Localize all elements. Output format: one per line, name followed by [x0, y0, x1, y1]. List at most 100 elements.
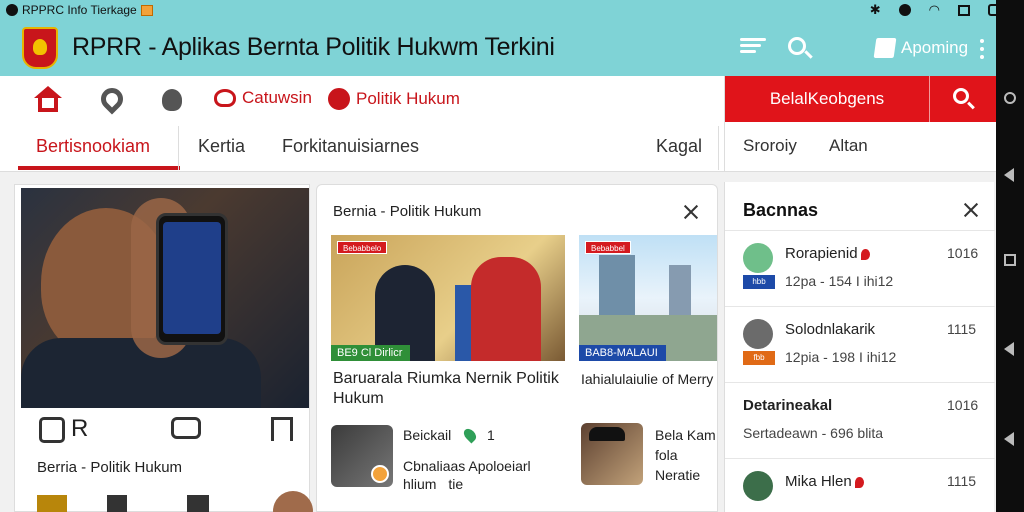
drop-icon[interactable] [158, 86, 186, 114]
tab-bar: Bertisnookiam Kertia Forkitanuisiarnes K… [18, 126, 719, 172]
chip-politik-hukum[interactable]: Politik Hukum [328, 88, 460, 110]
news-badge: Bebabbel [585, 241, 631, 254]
divider [178, 126, 179, 170]
item-name: Mika Hlen [785, 473, 864, 490]
system-nav-rail [996, 0, 1024, 512]
circle-icon [328, 88, 350, 110]
bookmark-icon [873, 38, 897, 58]
tab-right-1[interactable]: Sroroiy [743, 136, 797, 156]
chip-category-label: Catuwsin [242, 88, 312, 107]
tab-1[interactable]: Bertisnookiam [36, 136, 150, 157]
app-bar: RPRR - Aplikas Bernta Politik Hukwm Terk… [0, 21, 996, 76]
back-icon[interactable] [1004, 168, 1014, 182]
card-letter: R [71, 415, 89, 442]
back-icon[interactable] [1004, 342, 1014, 356]
item-name: Rorapienid [785, 245, 870, 262]
chat-icon[interactable] [171, 417, 201, 439]
mini-thumb[interactable] [331, 425, 393, 487]
share-icon[interactable] [107, 495, 127, 512]
tab-4[interactable]: Kagal [656, 136, 702, 157]
card-footer [37, 491, 313, 512]
bluetooth-icon: ✱ [869, 2, 881, 17]
wifi-icon: ◠ [928, 2, 940, 17]
item-meta: 12pa - 154 I ihi12 [785, 273, 894, 289]
panel-title: Bernia - Politik Hukum [333, 203, 482, 220]
chip-politik-hukum-label: Politik Hukum [356, 89, 460, 108]
mini-thumb[interactable] [581, 423, 643, 485]
status-bar: RPPRC Info Tierkage ✱ ◠ == [0, 0, 1024, 21]
nav-right-panel: BelalKeobgens Sroroiy Altan [724, 76, 997, 172]
mini-count: 1 [487, 427, 495, 443]
list-item[interactable]: Rorapienid 1016 hbb 12pa - 154 I ihi12 [725, 230, 995, 306]
item-number: 1016 [947, 397, 979, 413]
content-area: R Berria - Politik Hukum Bernia - Politi… [0, 172, 996, 512]
avatar [743, 471, 773, 501]
item-number: 1115 [947, 321, 977, 337]
home-circle-icon[interactable] [1004, 92, 1016, 104]
item-name: Solodnlakarik [785, 321, 876, 338]
item-meta: 12pia - 198 I ihi12 [785, 349, 897, 365]
side-list: Bacnnas Rorapienid 1016 hbb 12pa - 154 I… [724, 182, 995, 512]
cloud-icon [214, 89, 236, 107]
feature-button[interactable]: BelalKeobgens [725, 76, 929, 122]
flag-icon [140, 4, 153, 16]
nav-bar: Catuwsin Politik Hukum Bertisnookiam Ker… [0, 76, 997, 172]
list-item[interactable]: Mika Hlen 1115 [725, 458, 995, 512]
doc-icon[interactable] [187, 495, 209, 512]
mini-body-text: Cbnaliaas Apoloeiarl hlium [403, 458, 531, 492]
app-title: RPRR - Aplikas Bernta Politik Hukwm Terk… [72, 33, 555, 61]
square-icon[interactable] [39, 417, 65, 443]
card-caption: Berria - Politik Hukum [37, 459, 183, 476]
mini-body: Cbnaliaas Apoloeiarl hlium tie [403, 457, 563, 493]
location-icon [6, 4, 18, 16]
report-button[interactable]: Apoming [873, 38, 969, 58]
avatar [743, 243, 773, 273]
item-tag: hbb [743, 275, 775, 289]
back-icon[interactable] [1004, 432, 1014, 446]
home-icon[interactable] [34, 86, 62, 114]
chip-category[interactable]: Catuwsin [214, 88, 312, 108]
tab-indicator [18, 166, 180, 170]
search-icon[interactable] [786, 35, 813, 61]
red-search-button[interactable] [929, 76, 997, 122]
tab-2[interactable]: Kertia [198, 136, 245, 157]
like-icon[interactable] [37, 495, 67, 512]
mini-title: Beickail [403, 427, 452, 443]
divider [718, 126, 719, 170]
close-icon[interactable] [963, 202, 979, 218]
news-thumb[interactable]: Bebabbelo BE9 Cl Dirlicr [331, 235, 565, 361]
filter-icon[interactable] [740, 35, 766, 57]
screen-icon [958, 4, 970, 16]
item-tag: fbb [743, 351, 775, 365]
item-meta: Sertadeawn - 696 blita [743, 425, 884, 441]
item-name: Detarineakal [743, 397, 833, 414]
tab-right-2[interactable]: Altan [829, 136, 868, 156]
bookmark-icon[interactable] [271, 417, 293, 441]
side-list-title: Bacnnas [743, 200, 819, 220]
pin-icon [461, 426, 479, 444]
status-app-name: RPPRC Info Tierkage [22, 3, 137, 17]
feature-card[interactable]: R Berria - Politik Hukum [14, 184, 313, 512]
headline[interactable]: Iahialulaiulie of Merry [581, 369, 717, 389]
headline[interactable]: Baruarala Riumka Nernik Politik Hukum [333, 369, 563, 409]
sync-icon [898, 4, 911, 16]
report-label: Apoming [901, 38, 969, 57]
news-badge: Bebabbelo [337, 241, 388, 254]
mini-extra: tie [448, 476, 464, 492]
search-icon [953, 88, 969, 104]
close-icon[interactable] [683, 204, 699, 220]
more-vert-icon[interactable] [980, 39, 984, 59]
tab-3[interactable]: Forkitanuisiarnes [282, 136, 419, 157]
news-thumb[interactable]: Bebabbel BAB8-MALAUI [579, 235, 717, 361]
list-item[interactable]: Detarineakal 1016 Sertadeawn - 696 blita [725, 382, 995, 458]
news-label: BE9 Cl Dirlicr [331, 345, 411, 361]
item-number: 1115 [947, 473, 977, 489]
mini-title: Bela Kam fola Neratie [655, 427, 716, 483]
news-photo[interactable] [21, 188, 309, 408]
recents-icon[interactable] [1004, 254, 1016, 266]
location-pin-icon[interactable] [96, 83, 128, 115]
list-item[interactable]: Solodnlakarik 1115 fbb 12pia - 198 I ihi… [725, 306, 995, 382]
news-label: BAB8-MALAUI [579, 345, 666, 361]
avatar[interactable] [273, 491, 313, 512]
news-panel: Bernia - Politik Hukum Bebabbelo BE9 Cl … [316, 184, 718, 512]
